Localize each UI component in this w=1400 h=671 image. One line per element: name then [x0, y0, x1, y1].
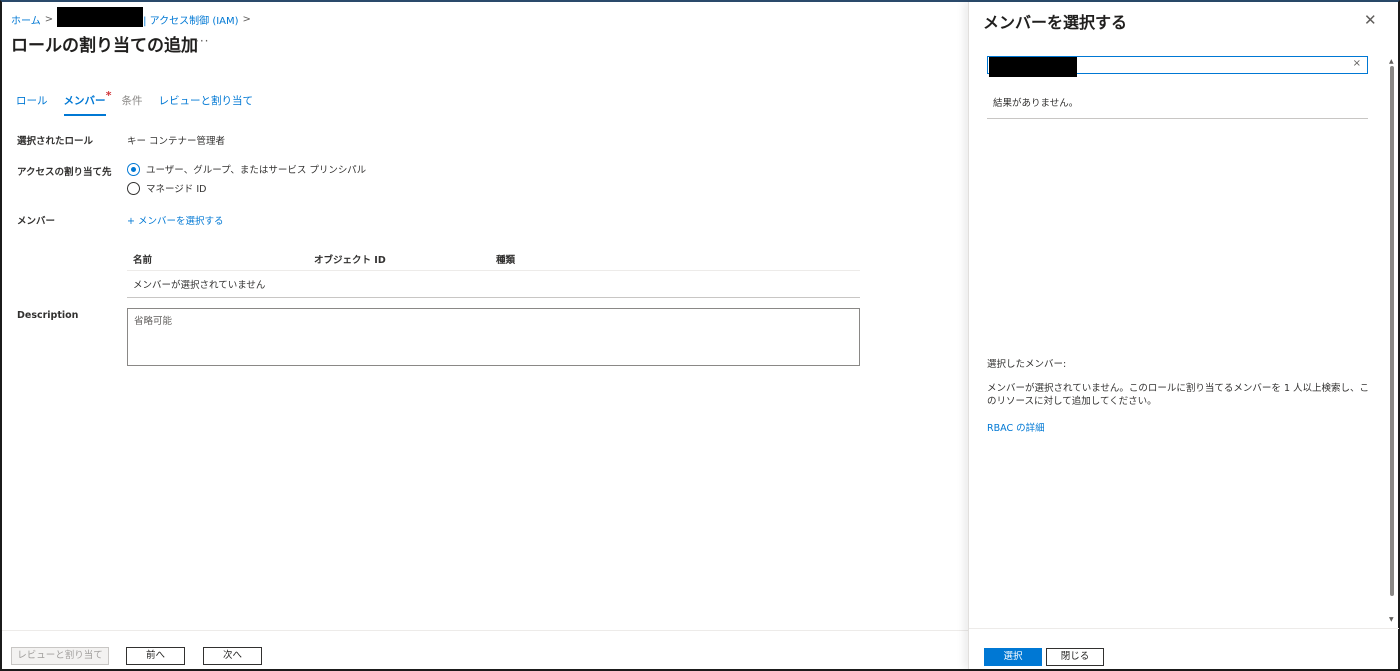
- previous-button[interactable]: 前へ: [126, 647, 185, 665]
- selected-role-label: 選択されたロール: [17, 136, 94, 147]
- member-search-input[interactable]: ×: [987, 56, 1368, 77]
- page-title: ロールの割り当ての追加: [11, 36, 198, 56]
- wizard-tabs: ロール メンバー * 条件 レビューと割り当て: [16, 89, 269, 116]
- tab-conditions-label: 条件: [121, 95, 143, 107]
- clear-search-icon[interactable]: ×: [1353, 58, 1361, 69]
- panel-scrollbar[interactable]: ▲ ▼: [1389, 58, 1396, 626]
- assign-access-to-label: アクセスの割り当て先: [17, 167, 112, 178]
- blade-footer: レビューと割り当て 前へ 次へ: [2, 630, 968, 669]
- review-assign-button[interactable]: レビューと割り当て: [11, 647, 109, 665]
- tab-review-assign[interactable]: レビューと割り当て: [159, 93, 254, 116]
- tab-members-label: メンバー: [63, 95, 106, 107]
- tab-members[interactable]: メンバー *: [63, 89, 112, 116]
- members-label: メンバー: [17, 216, 56, 227]
- scroll-thumb[interactable]: [1390, 66, 1394, 596]
- panel-title: メンバーを選択する: [983, 13, 1128, 32]
- breadcrumb-home[interactable]: ホーム: [11, 12, 41, 27]
- select-members-link[interactable]: + メンバーを選択する: [127, 213, 223, 227]
- required-indicator: *: [105, 89, 112, 102]
- description-placeholder: 省略可能: [134, 316, 173, 327]
- close-icon[interactable]: ✕: [1364, 11, 1377, 29]
- members-grid-header: 名前 オブジェクト ID 種類: [127, 247, 860, 271]
- tab-role[interactable]: ロール: [16, 93, 48, 116]
- column-name: 名前: [133, 254, 153, 266]
- radio-managed-identity-label: マネージド ID: [146, 184, 207, 195]
- panel-footer: 選択 閉じる: [969, 628, 1399, 669]
- breadcrumb: ホーム > | アクセス制御 (IAM) >: [11, 7, 255, 27]
- scroll-down-icon[interactable]: ▼: [1389, 616, 1394, 623]
- column-object-id: オブジェクト ID: [314, 254, 386, 266]
- column-type: 種類: [496, 254, 516, 266]
- breadcrumb-iam[interactable]: | アクセス制御 (IAM): [143, 12, 238, 27]
- breadcrumb-separator: >: [242, 13, 251, 25]
- redacted-search-text: [989, 57, 1077, 77]
- divider: [987, 118, 1368, 119]
- selected-members-message: メンバーが選択されていません。このロールに割り当てるメンバーを 1 人以上検索し…: [987, 383, 1370, 407]
- selected-members-label: 選択したメンバー:: [987, 359, 1067, 370]
- more-options-icon[interactable]: ···: [195, 34, 209, 48]
- radio-user-group-sp-label: ユーザー、グループ、またはサービス プリンシパル: [146, 165, 367, 176]
- rbac-details-link[interactable]: RBAC の詳細: [987, 420, 1045, 434]
- radio-user-group-sp[interactable]: ユーザー、グループ、またはサービス プリンシパル: [127, 162, 366, 176]
- redacted-resource-name: [57, 7, 144, 27]
- add-role-assignment-blade: ホーム > | アクセス制御 (IAM) > ロールの割り当ての追加 ··· ロ…: [2, 2, 968, 669]
- radio-unchecked-icon: [127, 181, 140, 195]
- tab-role-label: ロール: [16, 95, 48, 107]
- scroll-up-icon[interactable]: ▲: [1389, 58, 1394, 65]
- select-members-panel: メンバーを選択する ✕ × 結果がありません。 選択したメンバー: メンバーが選…: [968, 2, 1399, 669]
- next-button[interactable]: 次へ: [203, 647, 262, 665]
- breadcrumb-separator: >: [44, 13, 54, 25]
- description-textarea[interactable]: 省略可能: [127, 308, 860, 366]
- close-button[interactable]: 閉じる: [1046, 648, 1104, 666]
- no-results-text: 結果がありません。: [993, 98, 1079, 109]
- select-button[interactable]: 選択: [984, 648, 1042, 666]
- members-grid-empty: メンバーが選択されていません: [127, 271, 860, 298]
- radio-checked-icon: [127, 162, 140, 176]
- selected-role-value: キー コンテナー管理者: [127, 136, 226, 147]
- tab-conditions[interactable]: 条件: [122, 93, 143, 116]
- tab-review-assign-label: レビューと割り当て: [158, 95, 254, 107]
- description-label: Description: [17, 310, 79, 321]
- radio-managed-identity[interactable]: マネージド ID: [127, 181, 206, 195]
- members-grid: 名前 オブジェクト ID 種類 メンバーが選択されていません: [127, 247, 860, 298]
